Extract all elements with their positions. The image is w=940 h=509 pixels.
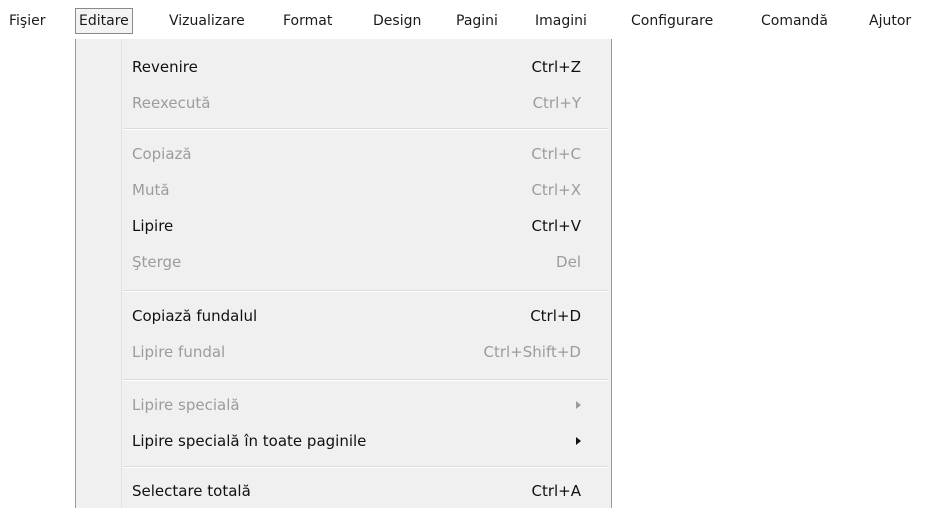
menu-item-label: Lipire — [132, 217, 174, 235]
menu-configure[interactable]: Configurare — [628, 8, 716, 34]
shortcut-label: Ctrl+C — [531, 145, 581, 163]
shortcut-label: Del — [556, 253, 581, 271]
menu-separator — [124, 290, 608, 292]
menu-help[interactable]: Ajutor — [866, 8, 914, 34]
menu-separator — [124, 379, 608, 381]
menu-item-paste-background[interactable]: Lipire fundal Ctrl+Shift+D — [76, 334, 611, 370]
chevron-right-icon — [576, 437, 581, 445]
menu-item-label: Copiază fundalul — [132, 307, 258, 325]
menu-item-label: Lipire fundal — [132, 343, 226, 361]
menu-separator — [124, 128, 608, 130]
shortcut-label: Ctrl+Z — [531, 58, 581, 76]
shortcut-label: Ctrl+Y — [532, 94, 581, 112]
chevron-right-icon — [576, 401, 581, 409]
menu-item-label: Copiază — [132, 145, 192, 163]
shortcut-label: Ctrl+D — [530, 307, 581, 325]
menu-item-label: Şterge — [132, 253, 182, 271]
menu-item-label: Lipire specială în toate paginile — [132, 432, 367, 450]
menu-separator — [124, 466, 608, 468]
menu-item-undo[interactable]: Revenire Ctrl+Z — [76, 49, 611, 85]
shortcut-label: Ctrl+X — [531, 181, 581, 199]
menu-design[interactable]: Design — [370, 8, 424, 34]
menu-pages[interactable]: Pagini — [453, 8, 501, 34]
menu-item-label: Reexecută — [132, 94, 211, 112]
menu-images[interactable]: Imagini — [532, 8, 590, 34]
menu-item-cut[interactable]: Mută Ctrl+X — [76, 172, 611, 208]
menu-item-paste-special-all-pages[interactable]: Lipire specială în toate paginile — [76, 423, 611, 459]
menu-item-copy[interactable]: Copiază Ctrl+C — [76, 136, 611, 172]
menu-item-copy-background[interactable]: Copiază fundalul Ctrl+D — [76, 298, 611, 334]
menu-edit[interactable]: Editare — [75, 8, 133, 34]
menu-format[interactable]: Format — [280, 8, 335, 34]
menu-file[interactable]: Fişier — [6, 8, 48, 34]
edit-dropdown-menu: Revenire Ctrl+Z Reexecută Ctrl+Y Copiază… — [75, 39, 612, 508]
menu-item-select-all[interactable]: Selectare totală Ctrl+A — [76, 473, 611, 509]
shortcut-label: Ctrl+V — [531, 217, 581, 235]
menu-item-redo[interactable]: Reexecută Ctrl+Y — [76, 85, 611, 121]
menu-view[interactable]: Vizualizare — [166, 8, 248, 34]
menu-item-paste-special[interactable]: Lipire specială — [76, 387, 611, 423]
shortcut-label: Ctrl+Shift+D — [483, 343, 581, 361]
menu-item-label: Revenire — [132, 58, 198, 76]
menu-item-label: Mută — [132, 181, 170, 199]
menu-item-label: Selectare totală — [132, 482, 251, 500]
menu-command[interactable]: Comandă — [758, 8, 831, 34]
menu-bar: Fişier Editare Vizualizare Format Design… — [0, 0, 940, 40]
menu-item-label: Lipire specială — [132, 396, 240, 414]
menu-item-delete[interactable]: Şterge Del — [76, 244, 611, 280]
menu-item-paste[interactable]: Lipire Ctrl+V — [76, 208, 611, 244]
shortcut-label: Ctrl+A — [531, 482, 581, 500]
